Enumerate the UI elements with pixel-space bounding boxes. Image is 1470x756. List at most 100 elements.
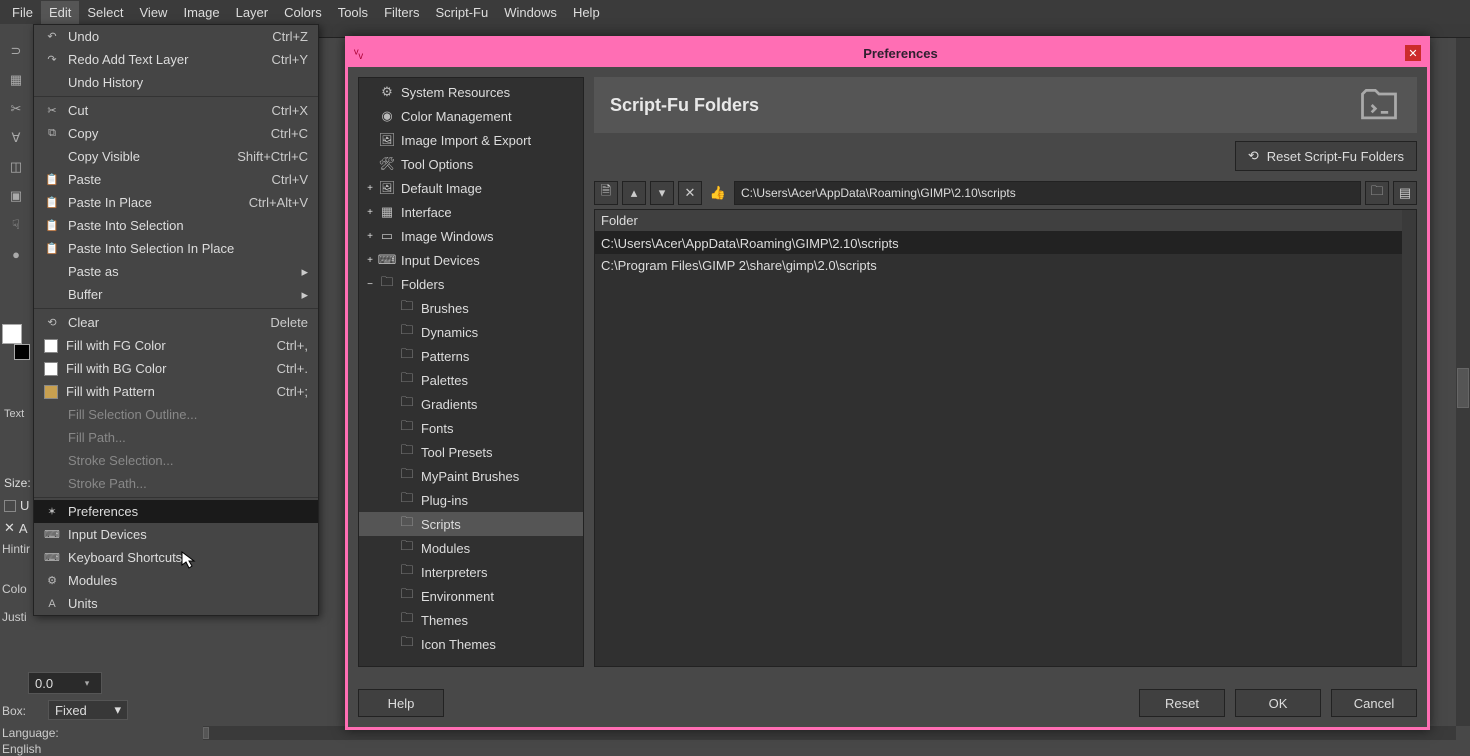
menu-item-preferences[interactable]: ✶Preferences: [34, 500, 318, 523]
menu-item-undo-history[interactable]: Undo History: [34, 71, 318, 94]
tool-ink-icon[interactable]: ●: [2, 240, 30, 268]
tree-item-brushes[interactable]: 🗀Brushes: [359, 296, 583, 320]
expand-icon[interactable]: −: [363, 279, 377, 290]
folder-path-input[interactable]: [734, 181, 1361, 205]
spin-arrows-icon[interactable]: ▾: [79, 678, 95, 689]
close-button[interactable]: ✕: [1405, 45, 1421, 61]
tool-free-select-icon[interactable]: ⊃: [2, 37, 30, 65]
tree-item-fonts[interactable]: 🗀Fonts: [359, 416, 583, 440]
menu-item-undo[interactable]: ↶UndoCtrl+Z: [34, 25, 318, 48]
antialias-checkbox[interactable]: ✕A: [0, 518, 32, 538]
tree-item-plug-ins[interactable]: 🗀Plug-ins: [359, 488, 583, 512]
menu-item-paste-into-selection-in-place[interactable]: 📋Paste Into Selection In Place: [34, 237, 318, 260]
tree-item-environment[interactable]: 🗀Environment: [359, 584, 583, 608]
menu-script-fu[interactable]: Script-Fu: [427, 1, 496, 24]
menu-filters[interactable]: Filters: [376, 1, 427, 24]
move-down-button[interactable]: ▾: [650, 181, 674, 205]
menu-item-input-devices[interactable]: ⌨Input Devices: [34, 523, 318, 546]
menu-item-fill-with-bg-color[interactable]: Fill with BG ColorCtrl+.: [34, 357, 318, 380]
tree-item-palettes[interactable]: 🗀Palettes: [359, 368, 583, 392]
tree-item-default-image[interactable]: +🖼Default Image: [359, 176, 583, 200]
tree-item-interface[interactable]: +▦Interface: [359, 200, 583, 224]
menu-item-paste-as[interactable]: Paste as▸: [34, 260, 318, 283]
browse-button[interactable]: 🗀: [1365, 181, 1389, 205]
move-up-button[interactable]: ▴: [622, 181, 646, 205]
folder-row[interactable]: C:\Program Files\GIMP 2\share\gimp\2.0\s…: [595, 254, 1416, 276]
tree-item-scripts[interactable]: 🗀Scripts: [359, 512, 583, 536]
tree-item-patterns[interactable]: 🗀Patterns: [359, 344, 583, 368]
tree-item-themes[interactable]: 🗀Themes: [359, 608, 583, 632]
menu-item-units[interactable]: AUnits: [34, 592, 318, 615]
tool-bucket-icon[interactable]: ▣: [2, 182, 30, 210]
menu-layer[interactable]: Layer: [228, 1, 277, 24]
menu-item-buffer[interactable]: Buffer▸: [34, 283, 318, 306]
menu-item-fill-with-pattern[interactable]: Fill with PatternCtrl+;: [34, 380, 318, 403]
tree-item-gradients[interactable]: 🗀Gradients: [359, 392, 583, 416]
menu-item-keyboard-shortcuts[interactable]: ⌨Keyboard Shortcuts: [34, 546, 318, 569]
tree-item-modules[interactable]: 🗀Modules: [359, 536, 583, 560]
tree-item-folders[interactable]: −🗀Folders: [359, 272, 583, 296]
use-editor-checkbox[interactable]: U: [0, 496, 33, 515]
menu-item-redo-add-text-layer[interactable]: ↷Redo Add Text LayerCtrl+Y: [34, 48, 318, 71]
tree-item-image-import-export[interactable]: 🖼Image Import & Export: [359, 128, 583, 152]
tool-transform-icon[interactable]: ◫: [2, 153, 30, 181]
foreground-color[interactable]: [2, 324, 22, 344]
tree-item-icon-themes[interactable]: 🗀Icon Themes: [359, 632, 583, 656]
folder-row[interactable]: C:\Users\Acer\AppData\Roaming\GIMP\2.10\…: [595, 232, 1416, 254]
ok-button[interactable]: OK: [1235, 689, 1321, 717]
menu-image[interactable]: Image: [175, 1, 227, 24]
folder-column-header[interactable]: Folder: [595, 210, 1416, 232]
menu-item-copy-visible[interactable]: Copy VisibleShift+Ctrl+C: [34, 145, 318, 168]
tree-item-input-devices[interactable]: +⌨Input Devices: [359, 248, 583, 272]
expand-icon[interactable]: +: [363, 207, 377, 218]
menu-file[interactable]: File: [4, 1, 41, 24]
reset-button[interactable]: Reset: [1139, 689, 1225, 717]
menu-tools[interactable]: Tools: [330, 1, 376, 24]
menu-item-paste-in-place[interactable]: 📋Paste In PlaceCtrl+Alt+V: [34, 191, 318, 214]
menu-select[interactable]: Select: [79, 1, 131, 24]
menu-colors[interactable]: Colors: [276, 1, 330, 24]
color-swatches[interactable]: [2, 324, 30, 364]
tree-item-mypaint-brushes[interactable]: 🗀MyPaint Brushes: [359, 464, 583, 488]
menu-item-fill-with-fg-color[interactable]: Fill with FG ColorCtrl+,: [34, 334, 318, 357]
scrollbar-vertical[interactable]: [1456, 38, 1470, 726]
tree-item-image-windows[interactable]: +▭Image Windows: [359, 224, 583, 248]
tool-smudge-icon[interactable]: ☟: [2, 211, 30, 239]
tool-scissors-icon[interactable]: ✂: [2, 95, 30, 123]
menu-item-paste-into-selection[interactable]: 📋Paste Into Selection: [34, 214, 318, 237]
menu-item-clear[interactable]: ⟲ClearDelete: [34, 311, 318, 334]
menu-item-paste[interactable]: 📋PasteCtrl+V: [34, 168, 318, 191]
tool-measure-icon[interactable]: ∀: [2, 124, 30, 152]
folder-list-scrollbar[interactable]: [1402, 210, 1416, 666]
folder-list[interactable]: Folder C:\Users\Acer\AppData\Roaming\GIM…: [594, 209, 1417, 667]
menu-help[interactable]: Help: [565, 1, 608, 24]
preferences-tree[interactable]: ⚙System Resources◉Color Management🖼Image…: [358, 77, 584, 667]
menu-windows[interactable]: Windows: [496, 1, 565, 24]
expand-icon[interactable]: +: [363, 231, 377, 242]
menu-item-modules[interactable]: ⚙Modules: [34, 569, 318, 592]
indent-spinner[interactable]: 0.0▾: [28, 672, 102, 694]
tree-item-dynamics[interactable]: 🗀Dynamics: [359, 320, 583, 344]
cancel-button[interactable]: Cancel: [1331, 689, 1417, 717]
expand-icon[interactable]: +: [363, 255, 377, 266]
tree-item-color-management[interactable]: ◉Color Management: [359, 104, 583, 128]
apply-path-button[interactable]: ▤: [1393, 181, 1417, 205]
delete-folder-button[interactable]: ✕: [678, 181, 702, 205]
background-color[interactable]: [14, 344, 30, 360]
menu-item-copy[interactable]: ⧉CopyCtrl+C: [34, 122, 318, 145]
menu-edit[interactable]: Edit: [41, 1, 79, 24]
tree-item-tool-presets[interactable]: 🗀Tool Presets: [359, 440, 583, 464]
new-folder-button[interactable]: 🗎: [594, 181, 618, 205]
tool-rect-select-icon[interactable]: ▦: [2, 66, 30, 94]
menu-view[interactable]: View: [132, 1, 176, 24]
reset-folders-button[interactable]: ⟲ Reset Script-Fu Folders: [1235, 141, 1417, 171]
tree-item-system-resources[interactable]: ⚙System Resources: [359, 80, 583, 104]
language-value[interactable]: English: [2, 742, 41, 756]
box-select[interactable]: Fixed▾: [48, 700, 128, 720]
tree-item-interpreters[interactable]: 🗀Interpreters: [359, 560, 583, 584]
menu-item-cut[interactable]: ✂CutCtrl+X: [34, 99, 318, 122]
help-button[interactable]: Help: [358, 689, 444, 717]
preferences-titlebar[interactable]: ᵛᵥ Preferences ✕: [348, 39, 1427, 67]
expand-icon[interactable]: +: [363, 183, 377, 194]
tree-item-tool-options[interactable]: 🛠Tool Options: [359, 152, 583, 176]
